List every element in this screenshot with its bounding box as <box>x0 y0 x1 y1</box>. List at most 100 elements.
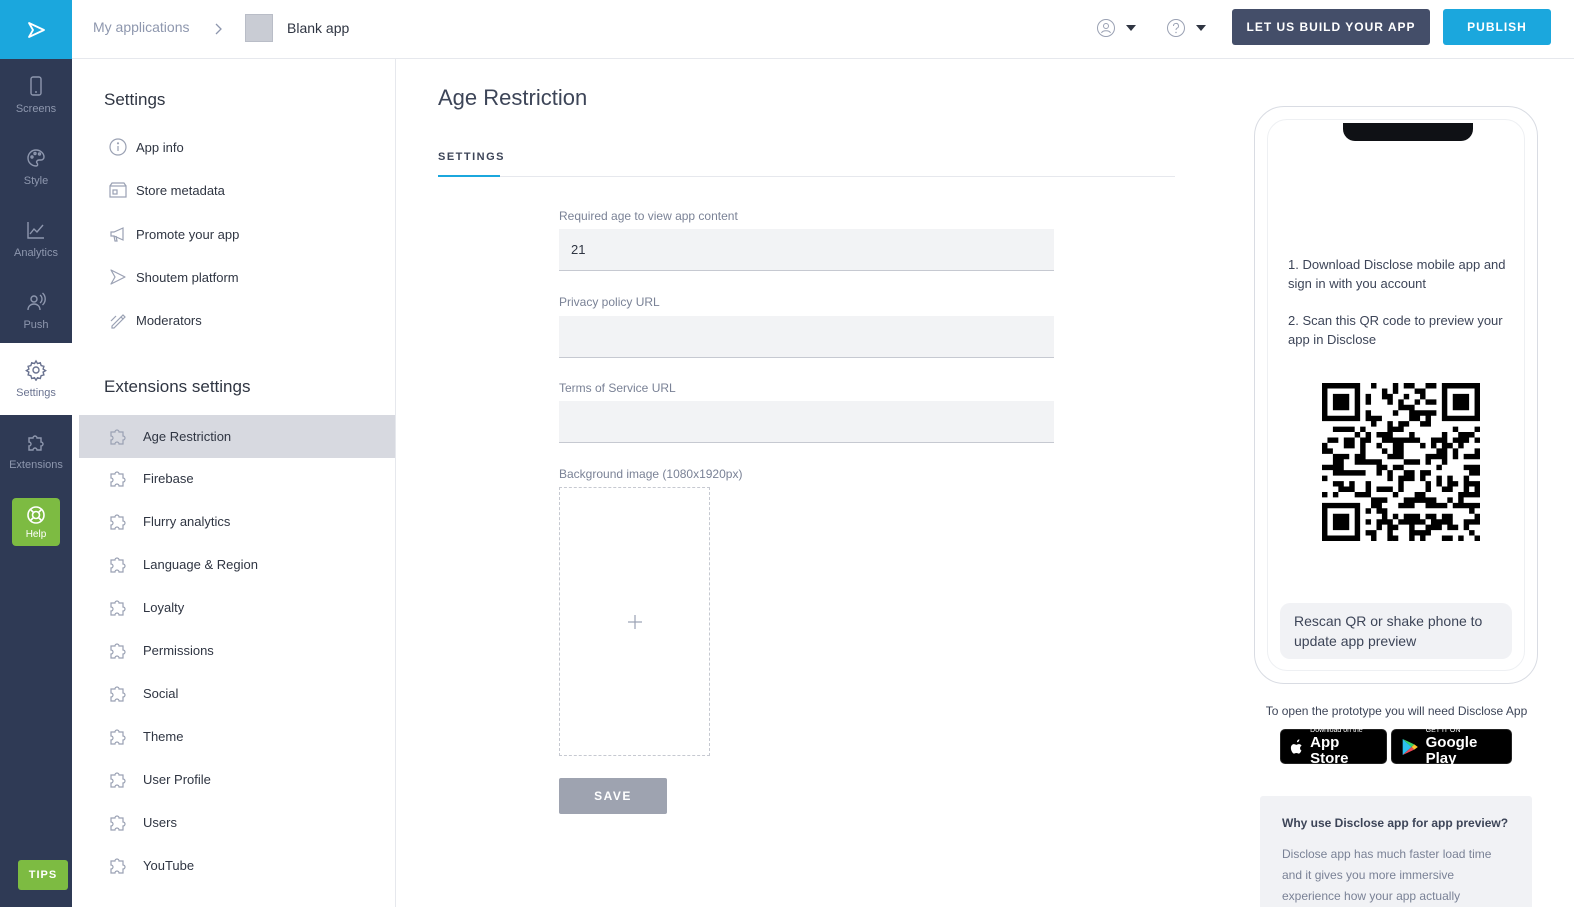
sidebar-item-promote-your-app[interactable]: Promote your app <box>72 213 395 256</box>
rail-label: Style <box>23 175 49 187</box>
shoutem-logo[interactable] <box>0 0 72 59</box>
google-play-icon <box>1402 738 1418 755</box>
required-age-input[interactable] <box>559 229 1054 271</box>
instruction-step-1: 1. Download Disclose mobile app and sign… <box>1288 257 1506 291</box>
sidebar-item-label: Age Restriction <box>143 429 232 444</box>
user-menu[interactable] <box>1096 18 1136 38</box>
app-store-button[interactable]: Download on the App Store <box>1280 727 1387 767</box>
phone-icon <box>30 76 42 96</box>
sidebar-item-label: Moderators <box>136 313 202 328</box>
required-age-label: Required age to view app content <box>559 209 738 223</box>
app-store-title: App Store <box>1310 733 1349 767</box>
tab-bar: SETTINGS <box>438 149 1175 177</box>
chevron-down-icon <box>1196 25 1206 31</box>
sidebar-item-age-restriction[interactable]: Age Restriction <box>79 415 395 458</box>
rail-push[interactable]: Push <box>0 275 72 347</box>
sidebar-item-label: Social <box>143 686 179 701</box>
sidebar-item-loyalty[interactable]: Loyalty <box>72 586 395 629</box>
breadcrumb-my-applications[interactable]: My applications <box>93 19 190 35</box>
save-button[interactable]: SAVE <box>559 778 667 814</box>
sidebar-item-firebase[interactable]: Firebase <box>72 457 395 500</box>
puzzle-icon <box>108 726 128 746</box>
sidebar-item-permissions[interactable]: Permissions <box>72 629 395 672</box>
sidebar-item-label: Permissions <box>143 643 214 658</box>
sidebar-item-theme[interactable]: Theme <box>72 715 395 758</box>
rail-extensions[interactable]: Extensions <box>0 415 72 487</box>
privacy-policy-url-input[interactable] <box>559 316 1054 358</box>
privacy-policy-label: Privacy policy URL <box>559 295 660 309</box>
sidebar-item-label: Language & Region <box>143 557 258 572</box>
sidebar-item-moderators[interactable]: Moderators <box>72 299 395 342</box>
sidebar-item-label: Promote your app <box>136 227 240 242</box>
sidebar-item-app-info[interactable]: App info <box>72 126 395 169</box>
puzzle-icon <box>28 435 44 451</box>
apple-icon <box>1290 738 1302 754</box>
puzzle-icon <box>108 812 128 832</box>
sidebar-item-label: YouTube <box>143 858 195 873</box>
puzzle-icon <box>108 640 128 660</box>
settings-heading: Settings <box>104 90 166 109</box>
help-menu[interactable] <box>1166 18 1206 38</box>
tab-settings[interactable]: SETTINGS <box>438 149 504 177</box>
sidebar-item-label: Loyalty <box>143 600 185 615</box>
sidebar-item-user-profile[interactable]: User Profile <box>72 758 395 801</box>
user-icon <box>1097 19 1115 37</box>
puzzle-icon <box>108 511 128 531</box>
tips-button[interactable]: TIPS <box>18 860 68 890</box>
rail-label: Screens <box>15 103 57 115</box>
rail-label: Analytics <box>13 247 59 259</box>
rescan-hint: Rescan QR or shake phone to update app p… <box>1280 603 1512 659</box>
rail-style[interactable]: Style <box>0 131 72 203</box>
sidebar-item-label: Users <box>143 815 177 830</box>
rail-label: Extensions <box>9 459 63 471</box>
instruction-step-2: 2. Scan this QR code to preview your app… <box>1288 313 1503 347</box>
why-disclose-body: Disclose app has much faster load time a… <box>1282 847 1492 903</box>
qr-code <box>1322 383 1480 541</box>
terms-of-service-label: Terms of Service URL <box>559 381 676 395</box>
sidebar-item-label: App info <box>136 140 184 155</box>
info-icon <box>108 137 128 157</box>
chevron-right-icon <box>215 23 222 35</box>
sidebar-item-label: Theme <box>143 729 184 744</box>
chart-icon <box>27 222 44 239</box>
palette-icon <box>27 149 45 167</box>
google-play-button[interactable]: GET IT ON Google Play <box>1391 727 1512 767</box>
page-title: Age Restriction <box>438 85 588 110</box>
rail-label: Push <box>23 319 49 331</box>
sidebar-item-store-metadata[interactable]: Store metadata <box>72 169 395 212</box>
rail-label: Settings <box>16 387 56 399</box>
sidebar-item-label: Flurry analytics <box>143 514 231 529</box>
sidebar-item-language-region[interactable]: Language & Region <box>72 543 395 586</box>
why-disclose-card: Why use Disclose app for app preview? Di… <box>1260 796 1532 907</box>
push-icon <box>27 292 46 311</box>
sidebar-item-users[interactable]: Users <box>72 801 395 844</box>
app-preview-panel: 1. Download Disclose mobile app and sign… <box>1219 59 1574 907</box>
sidebar-item-youtube[interactable]: YouTube <box>72 844 395 887</box>
gear-icon <box>25 359 47 381</box>
terms-of-service-url-input[interactable] <box>559 401 1054 443</box>
puzzle-icon <box>108 426 128 446</box>
let-us-build-your-app-button[interactable]: LET US BUILD YOUR APP <box>1232 9 1430 45</box>
help-button[interactable]: Help <box>12 498 60 546</box>
rail-settings[interactable]: Settings <box>0 343 72 415</box>
puzzle-icon <box>108 855 128 875</box>
sidebar-item-social[interactable]: Social <box>72 672 395 715</box>
store-icon <box>108 180 128 200</box>
breadcrumb-app-name: Blank app <box>287 20 350 36</box>
why-disclose-title: Why use Disclose app for app preview? <box>1282 816 1509 830</box>
logo-icon <box>28 21 45 38</box>
sidebar-item-flurry-analytics[interactable]: Flurry analytics <box>72 500 395 543</box>
rail-screens[interactable]: Screens <box>0 59 72 131</box>
google-play-title: Google Play <box>1425 733 1478 767</box>
plus-icon <box>627 614 642 629</box>
app-thumbnail <box>245 14 273 42</box>
rail-analytics[interactable]: Analytics <box>0 203 72 275</box>
settings-sidebar: Settings App info Store metadata Promote… <box>72 59 396 907</box>
prototype-note: To open the prototype you will need Disc… <box>1265 704 1528 718</box>
help-label: Help <box>25 529 47 540</box>
puzzle-icon <box>108 769 128 789</box>
publish-button[interactable]: PUBLISH <box>1443 9 1551 45</box>
background-image-upload[interactable] <box>559 487 710 756</box>
sidebar-item-shoutem-platform[interactable]: Shoutem platform <box>72 256 395 299</box>
question-icon <box>1167 19 1185 37</box>
